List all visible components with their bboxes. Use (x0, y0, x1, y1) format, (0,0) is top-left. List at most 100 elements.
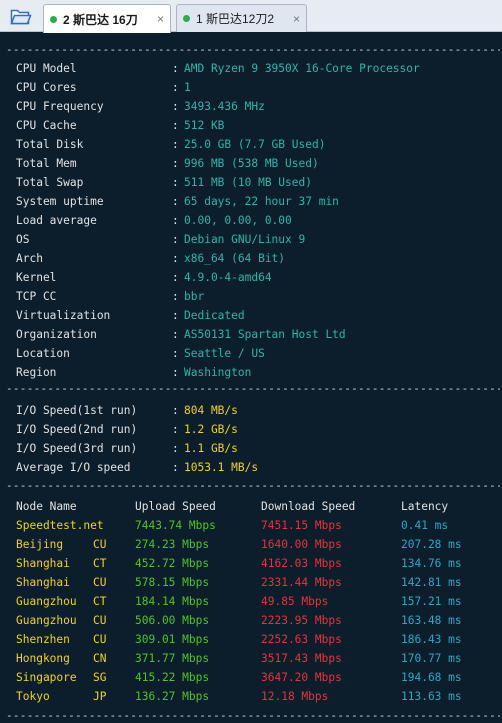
speed-download: 2331.44 Mbps (261, 576, 342, 589)
speed-latency: 207.28 ms (401, 538, 462, 551)
speed-code: CU (93, 633, 107, 646)
sysinfo-colon: : (172, 157, 179, 170)
speed-node: Tokyo (16, 690, 50, 703)
sysinfo-colon: : (172, 62, 179, 75)
sysinfo-key: CPU Model (16, 62, 77, 75)
speed-download: 7451.15 Mbps (261, 519, 342, 532)
speed-code: CT (93, 595, 107, 608)
speed-code: CT (93, 557, 107, 570)
sysinfo-value: Dedicated (184, 309, 245, 322)
speed-node: Guangzhou (16, 614, 77, 627)
header-upload: Upload Speed (135, 500, 216, 513)
speed-latency: 113.63 ms (401, 690, 462, 703)
io-value: 1053.1 MB/s (184, 461, 259, 474)
io-colon: : (172, 442, 179, 455)
speed-download: 3647.20 Mbps (261, 671, 342, 684)
separator-line: ----------------------------------------… (6, 382, 500, 395)
speed-upload: 371.77 Mbps (135, 652, 210, 665)
speed-latency: 0.41 ms (401, 519, 449, 532)
speed-code: CU (93, 614, 107, 627)
speed-download: 4162.03 Mbps (261, 557, 342, 570)
sysinfo-colon: : (172, 138, 179, 151)
speed-download: 1640.00 Mbps (261, 538, 342, 551)
separator-line: ----------------------------------------… (6, 479, 500, 492)
sysinfo-key: Organization (16, 328, 97, 341)
speed-latency: 170.77 ms (401, 652, 462, 665)
separator-line: ----------------------------------------… (6, 43, 500, 56)
tab-session-2[interactable]: 2 斯巴达 16刀 × (43, 4, 171, 33)
sysinfo-key: Load average (16, 214, 97, 227)
header-latency: Latency (401, 500, 449, 513)
sysinfo-value: 0.00, 0.00, 0.00 (184, 214, 292, 227)
speed-upload: 7443.74 Mbps (135, 519, 216, 532)
sysinfo-colon: : (172, 214, 179, 227)
speed-upload: 506.00 Mbps (135, 614, 210, 627)
status-dot (50, 15, 57, 23)
io-value: 804 MB/s (184, 404, 238, 417)
speed-upload: 184.14 Mbps (135, 595, 210, 608)
sysinfo-key: Total Disk (16, 138, 84, 151)
io-colon: : (172, 423, 179, 436)
speed-upload: 309.01 Mbps (135, 633, 210, 646)
sysinfo-colon: : (172, 290, 179, 303)
sysinfo-value: 25.0 GB (7.7 GB Used) (184, 138, 326, 151)
sysinfo-key: Kernel (16, 271, 57, 284)
sysinfo-value: 511 MB (10 MB Used) (184, 176, 312, 189)
speed-latency: 194.68 ms (401, 671, 462, 684)
sysinfo-colon: : (172, 100, 179, 113)
sysinfo-key: TCP CC (16, 290, 57, 303)
speed-code: CN (93, 652, 107, 665)
folder-icon[interactable] (9, 5, 33, 27)
speed-download: 2223.95 Mbps (261, 614, 342, 627)
speed-upload: 415.22 Mbps (135, 671, 210, 684)
speed-node: Shanghai (16, 557, 70, 570)
tab-label: 2 斯巴达 16刀 (63, 12, 138, 27)
sysinfo-value: Debian GNU/Linux 9 (184, 233, 306, 246)
io-key: I/O Speed(2nd run) (16, 423, 138, 436)
close-icon[interactable]: × (157, 12, 164, 26)
sysinfo-key: Virtualization (16, 309, 111, 322)
speed-download: 12.18 Mbps (261, 690, 329, 703)
speed-node: Guangzhou (16, 595, 77, 608)
sysinfo-key: OS (16, 233, 30, 246)
sysinfo-value: 65 days, 22 hour 37 min (184, 195, 339, 208)
speed-upload: 578.15 Mbps (135, 576, 210, 589)
close-icon[interactable]: × (293, 12, 300, 26)
io-key: I/O Speed(3rd run) (16, 442, 138, 455)
sysinfo-colon: : (172, 195, 179, 208)
io-colon: : (172, 461, 179, 474)
sysinfo-key: CPU Frequency (16, 100, 104, 113)
speed-upload: 274.23 Mbps (135, 538, 210, 551)
sysinfo-key: CPU Cores (16, 81, 77, 94)
terminal-output[interactable]: ----------------------------------------… (0, 33, 502, 723)
speed-node: Shenzhen (16, 633, 70, 646)
sysinfo-value: 1 (184, 81, 191, 94)
speed-node: Speedtest.net (16, 519, 104, 532)
io-value: 1.2 GB/s (184, 423, 238, 436)
header-node: Node Name (16, 500, 77, 513)
speed-upload: 452.72 Mbps (135, 557, 210, 570)
sysinfo-colon: : (172, 252, 179, 265)
sysinfo-colon: : (172, 271, 179, 284)
io-key: I/O Speed(1st run) (16, 404, 138, 417)
tab-label: 1 斯巴达12刀2 (196, 12, 275, 26)
speed-download: 2252.63 Mbps (261, 633, 342, 646)
sysinfo-key: Total Swap (16, 176, 84, 189)
sysinfo-value: 512 KB (184, 119, 225, 132)
sysinfo-colon: : (172, 309, 179, 322)
speed-code: CU (93, 576, 107, 589)
speed-upload: 136.27 Mbps (135, 690, 210, 703)
sysinfo-key: Total Mem (16, 157, 77, 170)
speed-node: Shanghai (16, 576, 70, 589)
tab-session-1[interactable]: 1 斯巴达12刀2 × (176, 4, 307, 32)
sysinfo-value: AS50131 Spartan Host Ltd (184, 328, 346, 341)
speed-download: 49.85 Mbps (261, 595, 329, 608)
speed-code: JP (93, 690, 107, 703)
sysinfo-value: bbr (184, 290, 205, 303)
sysinfo-value: x86_64 (64 Bit) (184, 252, 286, 265)
sysinfo-colon: : (172, 81, 179, 94)
speed-download: 3517.43 Mbps (261, 652, 342, 665)
speed-code: SG (93, 671, 107, 684)
sysinfo-key: Arch (16, 252, 43, 265)
separator-line: ----------------------------------------… (6, 709, 500, 722)
